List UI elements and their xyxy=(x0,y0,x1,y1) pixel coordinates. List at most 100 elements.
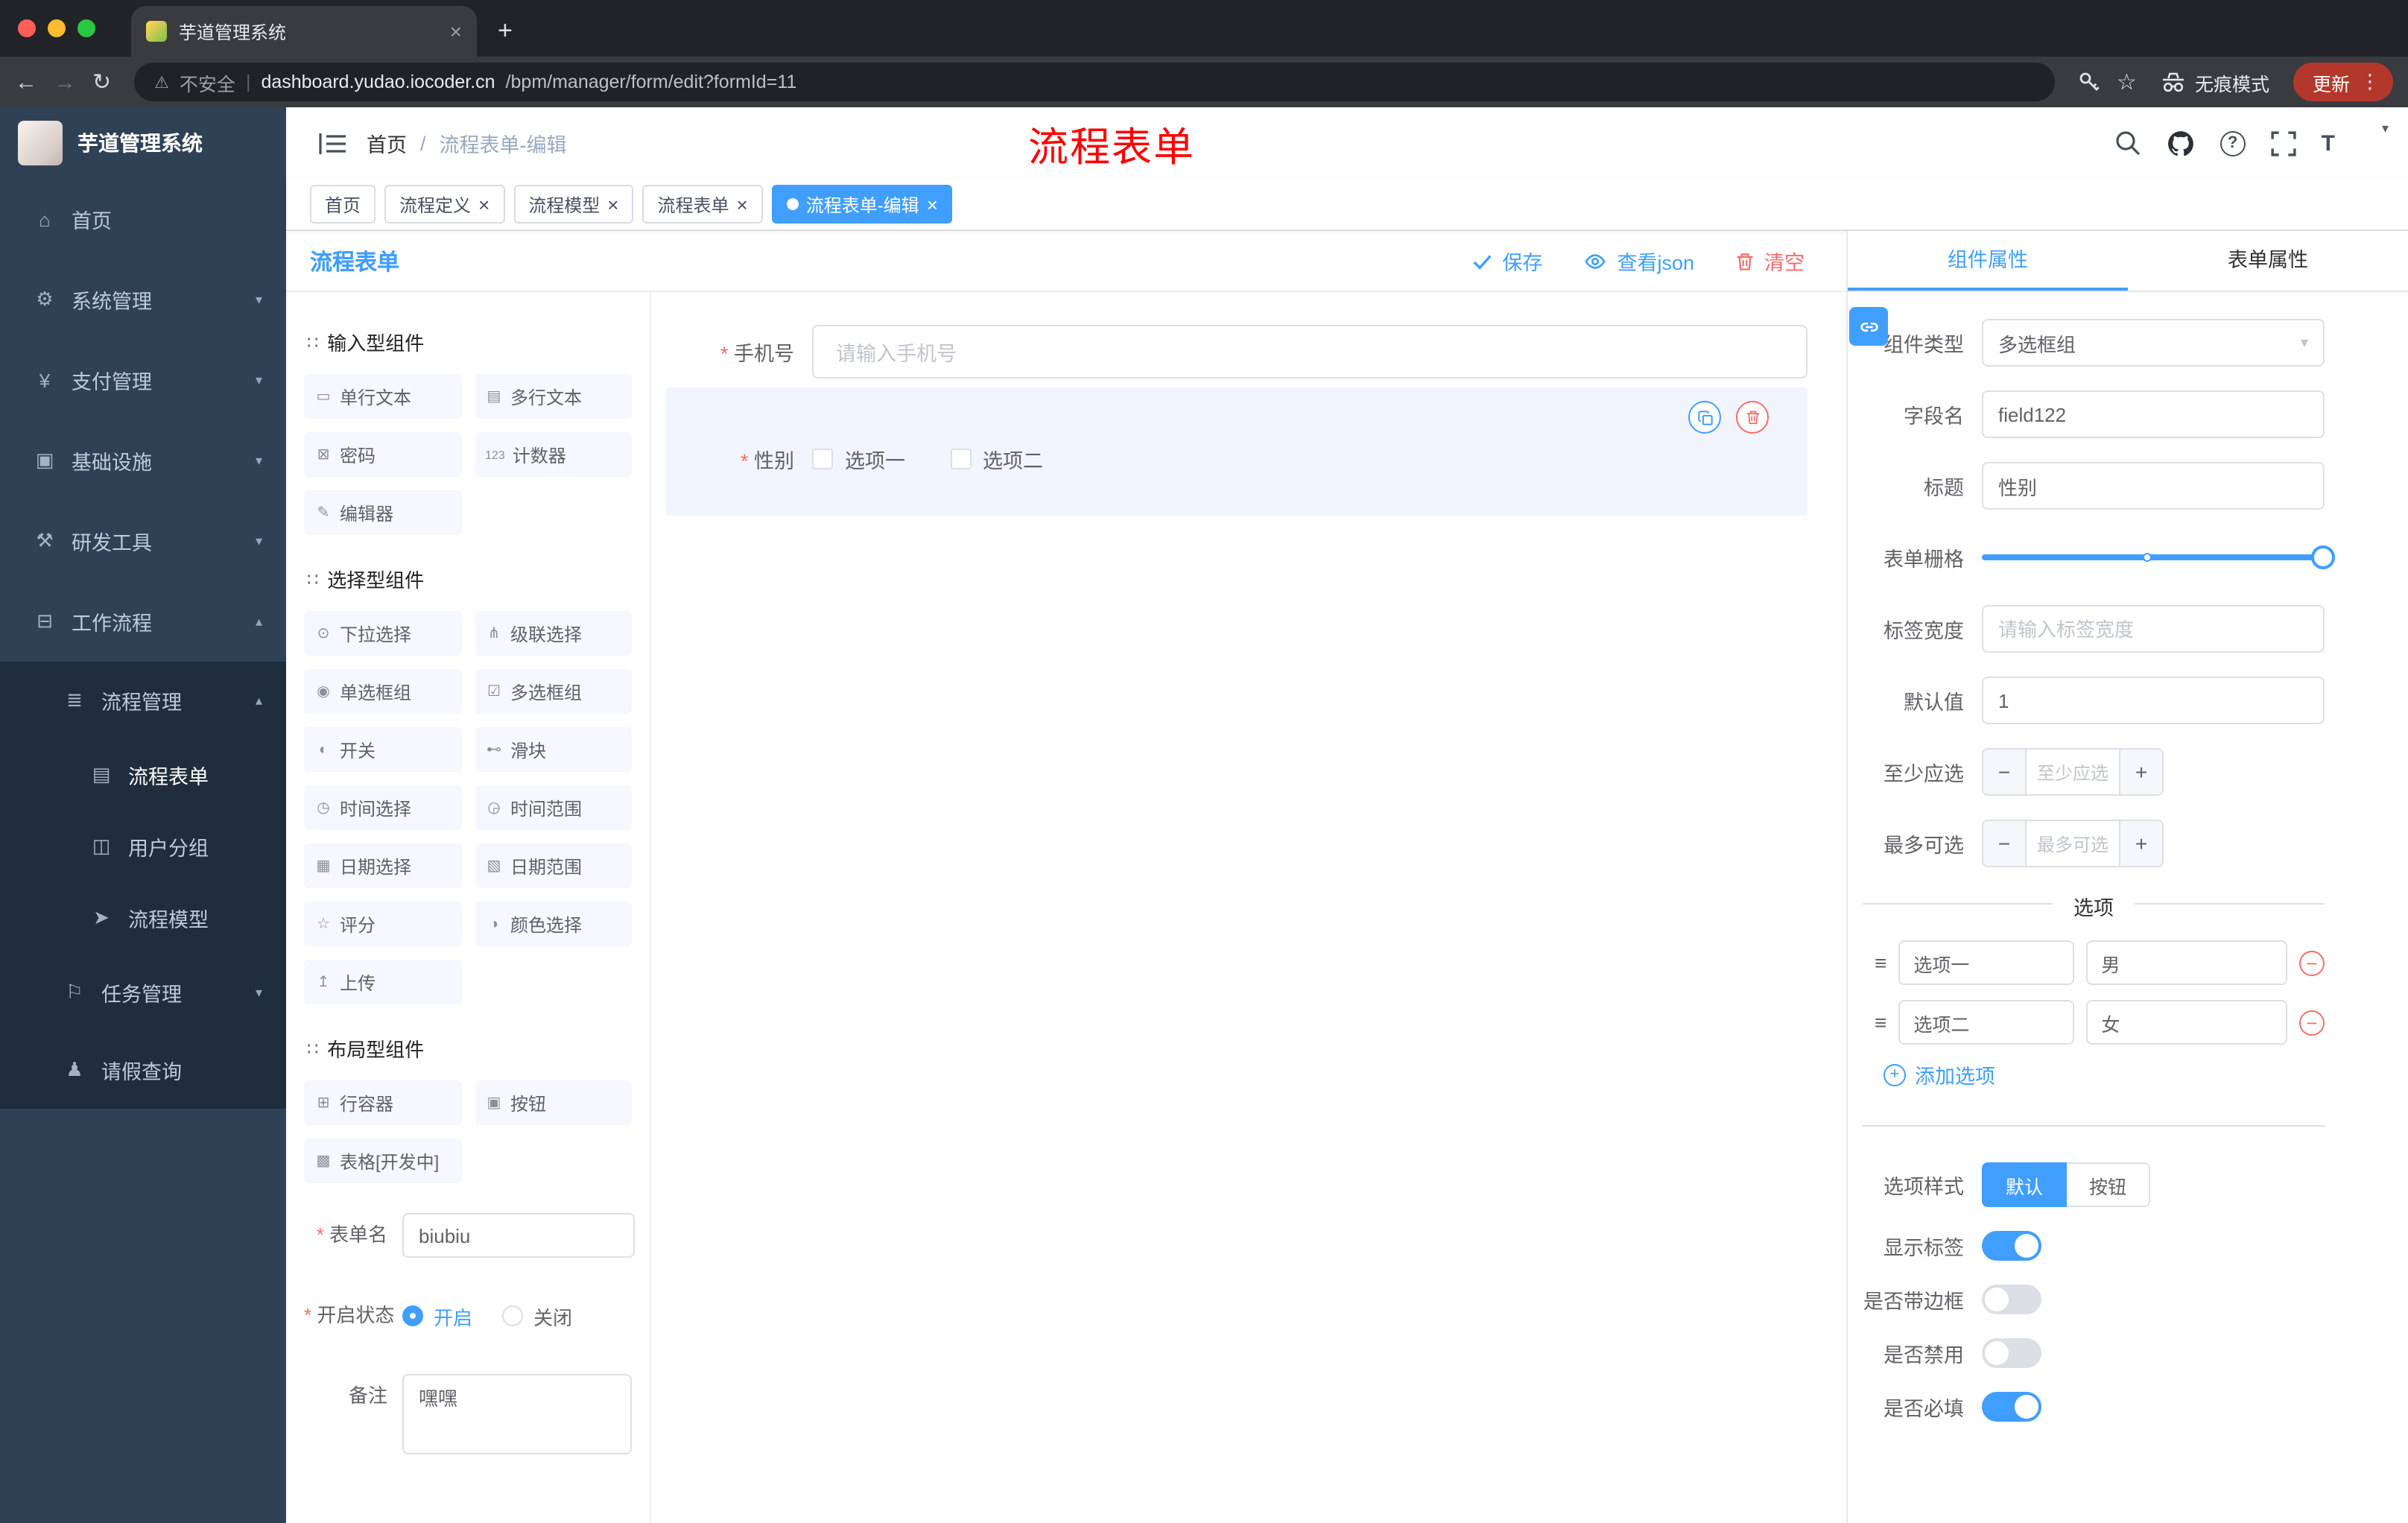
app-logo[interactable]: 芋道管理系统 xyxy=(0,107,286,179)
sidebar-item-process-management[interactable]: ≣ 流程管理 ▴ xyxy=(0,662,286,739)
phone-input[interactable]: 请输入手机号 xyxy=(812,325,1807,379)
component-editor[interactable]: ✎ 编辑器 xyxy=(304,490,461,535)
component-type-select[interactable]: 多选框组 xyxy=(1982,319,2325,367)
component-password[interactable]: ⊠ 密码 xyxy=(304,432,461,477)
password-key-icon[interactable] xyxy=(2076,70,2100,94)
remove-option-button[interactable] xyxy=(2299,1010,2325,1035)
option1-value-input[interactable] xyxy=(2086,940,2287,985)
tag-process-form-edit[interactable]: 流程表单-编辑 × xyxy=(771,185,953,224)
tag-process-model[interactable]: 流程模型 × xyxy=(513,185,634,224)
component-time-range[interactable]: ◶ 时间范围 xyxy=(475,785,632,830)
fullscreen-icon[interactable] xyxy=(2271,130,2296,156)
address-bar[interactable]: 不安全 | dashboard.yudao.iocoder.cn/bpm/man… xyxy=(133,63,2055,101)
style-button-button[interactable]: 按钮 xyxy=(2067,1162,2151,1207)
link-handle-button[interactable] xyxy=(1849,307,1888,346)
view-json-button[interactable]: 查看json xyxy=(1582,246,1694,276)
back-button[interactable] xyxy=(15,71,37,93)
reload-button[interactable] xyxy=(92,71,111,93)
tag-home[interactable]: 首页 xyxy=(310,185,376,224)
required-toggle[interactable] xyxy=(1982,1392,2041,1422)
tab-close-icon[interactable] xyxy=(450,19,462,43)
component-color-picker[interactable]: ◑ 颜色选择 xyxy=(475,902,632,946)
gender-option2-checkbox[interactable]: 选项二 xyxy=(950,444,1043,474)
grid-slider[interactable] xyxy=(1982,533,2335,581)
style-default-button[interactable]: 默认 xyxy=(1982,1162,2068,1207)
component-slider[interactable]: ⊷ 滑块 xyxy=(475,727,632,772)
save-button[interactable]: 保存 xyxy=(1471,246,1542,276)
maximize-window-button[interactable] xyxy=(77,19,95,37)
component-checkbox-group[interactable]: ☑ 多选框组 xyxy=(475,669,632,714)
option2-value-input[interactable] xyxy=(2086,1000,2287,1045)
field-name-input[interactable] xyxy=(1982,390,2325,438)
component-button[interactable]: ▣ 按钮 xyxy=(475,1080,632,1125)
option1-label-input[interactable] xyxy=(1898,940,2075,985)
status-on-radio[interactable]: 开启 xyxy=(402,1302,472,1330)
decrease-button[interactable] xyxy=(1983,821,2027,866)
component-dropdown[interactable]: ⊙ 下拉选择 xyxy=(304,611,461,656)
tab-form-props[interactable]: 表单属性 xyxy=(2128,231,2408,291)
sidebar-item-leave-query[interactable]: ♟ 请假查询 xyxy=(0,1031,286,1109)
show-label-toggle[interactable] xyxy=(1982,1231,2041,1261)
checkbox-box[interactable] xyxy=(950,449,971,469)
browser-update-button[interactable]: 更新 xyxy=(2293,63,2393,101)
sidebar-item-user-group[interactable]: ◫ 用户分组 xyxy=(0,811,286,882)
minimize-window-button[interactable] xyxy=(48,19,66,37)
tag-close-icon[interactable]: × xyxy=(478,194,489,214)
sidebar-item-dev-tools[interactable]: ⚒ 研发工具 ▾ xyxy=(0,501,286,581)
sidebar-item-task-management[interactable]: ⚐ 任务管理 ▾ xyxy=(0,954,286,1031)
increase-button[interactable] xyxy=(2119,750,2162,794)
default-value-input[interactable] xyxy=(1982,677,2325,724)
bookmark-star-icon[interactable] xyxy=(2117,69,2137,95)
label-width-input[interactable] xyxy=(1982,605,2325,653)
delete-component-button[interactable] xyxy=(1736,401,1769,434)
incognito-profile-chip[interactable]: 无痕模式 xyxy=(2153,68,2277,96)
tag-process-definition[interactable]: 流程定义 × xyxy=(384,185,505,224)
sidebar-item-system[interactable]: ⚙ 系统管理 ▾ xyxy=(0,259,286,340)
search-icon[interactable] xyxy=(2114,130,2141,156)
font-size-icon[interactable] xyxy=(2322,130,2335,156)
component-date-picker[interactable]: ▦ 日期选择 xyxy=(304,843,461,888)
title-input[interactable] xyxy=(1982,462,2325,510)
component-single-line-text[interactable]: ▭ 单行文本 xyxy=(304,374,461,419)
component-switch[interactable]: ◐ 开关 xyxy=(304,727,461,772)
drag-handle-icon[interactable] xyxy=(1875,951,1886,975)
sidebar-item-process-model[interactable]: ➤ 流程模型 xyxy=(0,882,286,954)
component-cascader[interactable]: ⋔ 级联选择 xyxy=(475,611,632,656)
border-toggle[interactable] xyxy=(1982,1285,2041,1314)
gender-option1-checkbox[interactable]: 选项一 xyxy=(812,444,905,474)
slider-handle[interactable] xyxy=(2311,545,2335,569)
tag-close-icon[interactable]: × xyxy=(927,194,938,214)
disabled-toggle[interactable] xyxy=(1982,1338,2041,1368)
clear-button[interactable]: 清空 xyxy=(1734,246,1805,276)
form-name-input[interactable] xyxy=(402,1213,635,1258)
component-date-range[interactable]: ▧ 日期范围 xyxy=(475,843,632,888)
component-rate[interactable]: ☆ 评分 xyxy=(304,902,461,946)
forward-button[interactable] xyxy=(54,71,76,93)
selected-component-gender[interactable]: 性别 选项一 选项二 xyxy=(666,387,1807,516)
option2-label-input[interactable] xyxy=(1898,1000,2075,1045)
tab-component-props[interactable]: 组件属性 xyxy=(1848,231,2128,291)
sidebar-item-home[interactable]: ⌂ 首页 xyxy=(0,179,286,259)
browser-menu-icon[interactable] xyxy=(2360,70,2380,94)
phone-field-row[interactable]: 手机号 请输入手机号 xyxy=(666,325,1807,379)
github-icon[interactable] xyxy=(2167,129,2195,157)
increase-button[interactable] xyxy=(2119,821,2162,866)
browser-tab[interactable]: 芋道管理系统 xyxy=(131,6,477,57)
component-time-picker[interactable]: ◷ 时间选择 xyxy=(304,785,461,830)
tag-close-icon[interactable]: × xyxy=(737,194,748,214)
component-multi-line-text[interactable]: ▤ 多行文本 xyxy=(475,374,632,419)
component-upload[interactable]: ↥ 上传 xyxy=(304,960,461,1004)
avatar-caret-icon[interactable] xyxy=(2382,121,2389,137)
component-table[interactable]: ▩ 表格[开发中] xyxy=(304,1139,461,1183)
component-counter[interactable]: 123 计数器 xyxy=(475,432,632,477)
remove-option-button[interactable] xyxy=(2299,950,2325,975)
status-off-radio[interactable]: 关闭 xyxy=(502,1302,572,1330)
help-icon[interactable] xyxy=(2220,130,2246,156)
checkbox-box[interactable] xyxy=(812,449,833,469)
add-option-button[interactable]: 添加选项 xyxy=(1883,1060,2325,1089)
tag-close-icon[interactable]: × xyxy=(607,194,618,214)
component-radio-group[interactable]: ◉ 单选框组 xyxy=(304,669,461,714)
sidebar-item-process-form[interactable]: ▤ 流程表单 xyxy=(0,739,286,811)
sidebar-item-infrastructure[interactable]: ▣ 基础设施 ▾ xyxy=(0,420,286,501)
hamburger-icon[interactable] xyxy=(319,132,346,154)
